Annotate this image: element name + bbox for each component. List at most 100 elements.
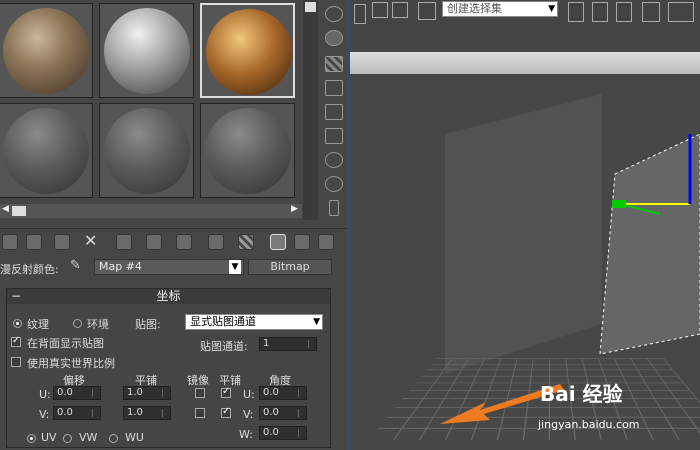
make-unique-icon[interactable] <box>146 234 162 250</box>
align-icon[interactable] <box>592 2 608 22</box>
side-toolbar <box>320 0 347 220</box>
v-mirror-checkbox[interactable] <box>195 408 205 418</box>
w-label: W: <box>239 428 253 441</box>
rollout-header[interactable]: − 坐标 <box>7 289 330 304</box>
snap-icon[interactable] <box>354 4 366 24</box>
reset-map-icon[interactable]: ✕ <box>84 233 100 250</box>
environ-label: 环境 <box>87 318 109 331</box>
scroll-thumb[interactable] <box>12 206 26 216</box>
vw-radio[interactable] <box>63 434 72 443</box>
curve-editor-icon[interactable] <box>668 2 694 22</box>
horizontal-scrollbar[interactable]: ◀ ▶ <box>0 204 302 218</box>
v-offset-spinner[interactable]: 0.0 <box>53 406 101 420</box>
video-color-check-icon[interactable] <box>325 104 343 120</box>
u-offset-spinner[interactable]: 0.0 <box>53 386 101 400</box>
go-forward-icon[interactable] <box>318 234 334 250</box>
wu-radio[interactable] <box>109 434 118 443</box>
layer-manager-icon[interactable] <box>616 2 632 22</box>
named-selection-dropdown[interactable]: 创建选择集 ▼ <box>442 1 558 17</box>
edit-named-selection-icon[interactable] <box>418 2 436 20</box>
v-angle-spinner[interactable]: 0.0 <box>259 406 307 420</box>
uv-radio[interactable] <box>27 434 36 443</box>
chevron-down-icon: ▼ <box>229 260 241 274</box>
vertical-scrollbar[interactable] <box>303 0 318 220</box>
u-tile-checkbox[interactable] <box>221 386 231 398</box>
go-to-parent-icon[interactable] <box>294 234 310 250</box>
environ-radio[interactable] <box>73 319 82 328</box>
select-by-material-icon[interactable] <box>325 176 343 192</box>
material-sphere <box>206 9 292 95</box>
show-map-in-viewport-icon[interactable] <box>238 234 254 250</box>
v-tiling-spinner[interactable]: 1.0 <box>123 406 171 420</box>
material-sphere <box>3 108 89 194</box>
put-to-scene-icon[interactable] <box>26 234 42 250</box>
viewport-label-bar[interactable] <box>350 52 700 74</box>
material-sphere <box>205 108 291 194</box>
percent-snap-icon[interactable] <box>392 2 408 18</box>
uv-tiling-icon[interactable] <box>325 80 343 96</box>
map-name-field[interactable]: Map #4 ▼ <box>94 259 244 275</box>
u-label: U: <box>39 388 51 401</box>
angle-snap-icon[interactable] <box>372 2 388 18</box>
scroll-thumb[interactable] <box>305 2 316 12</box>
graphite-tools-icon[interactable] <box>642 2 660 22</box>
show-back-checkbox[interactable] <box>11 335 21 347</box>
sample-type-icon[interactable] <box>325 6 343 22</box>
diffuse-map-label: 漫反射颜色: <box>0 263 59 276</box>
texture-radio[interactable] <box>13 319 22 328</box>
v-label: V: <box>39 408 50 421</box>
material-slot-3[interactable] <box>200 3 295 98</box>
assign-to-selection-icon[interactable] <box>54 234 70 250</box>
material-slot-6[interactable] <box>200 103 295 198</box>
mapping-dropdown[interactable]: 显式贴图通道 ▼ <box>185 314 323 330</box>
baidu-logo-watermark: Bai 经验 <box>540 382 623 406</box>
material-navigator-icon[interactable] <box>329 200 339 216</box>
named-selection-placeholder: 创建选择集 <box>447 2 502 15</box>
u-angle-spinner[interactable]: 0.0 <box>259 386 307 400</box>
material-slot-2[interactable] <box>99 3 194 98</box>
uv-label: UV <box>41 431 57 444</box>
mirror-header: 镜像 <box>187 374 209 387</box>
chevron-down-icon: ▼ <box>548 4 555 14</box>
w-angle-spinner[interactable]: 0.0 <box>259 426 307 440</box>
collapse-icon[interactable]: − <box>11 289 21 304</box>
u-angle-label: U: <box>243 388 255 401</box>
wu-label: WU <box>125 431 144 444</box>
get-material-icon[interactable] <box>2 234 18 250</box>
v-tile-checkbox[interactable] <box>221 406 231 418</box>
vw-label: VW <box>79 431 98 444</box>
rollout-title: 坐标 <box>156 289 181 303</box>
material-sphere <box>3 8 89 94</box>
scroll-left-icon[interactable]: ◀ <box>2 204 9 214</box>
v-angle-label: V: <box>243 408 254 421</box>
eyedropper-icon[interactable]: ✎ <box>70 258 81 273</box>
show-end-result-icon[interactable] <box>270 234 286 250</box>
material-slot-5[interactable] <box>99 103 194 198</box>
shadow-plane <box>445 94 602 374</box>
real-world-checkbox[interactable] <box>11 357 21 367</box>
mirror-icon[interactable] <box>568 2 584 22</box>
material-id-channel-icon[interactable] <box>208 234 224 250</box>
map-type-button[interactable]: Bitmap <box>248 259 332 275</box>
u-tiling-spinner[interactable]: 1.0 <box>123 386 171 400</box>
background-icon[interactable] <box>325 56 343 72</box>
viewport-area: 创建选择集 ▼ Bai 经验 jingyan.baidu.com <box>350 0 700 450</box>
material-slot-1[interactable] <box>0 3 93 98</box>
mapping-value: 显式贴图通道 <box>190 315 256 328</box>
selected-plane[interactable] <box>599 133 700 355</box>
options-icon[interactable] <box>325 152 343 168</box>
scroll-right-icon[interactable]: ▶ <box>291 204 298 214</box>
gizmo-handle[interactable] <box>612 200 626 208</box>
real-world-label: 使用真实世界比例 <box>27 357 115 370</box>
copy-material-icon[interactable] <box>116 234 132 250</box>
texture-label: 纹理 <box>27 318 49 331</box>
show-back-label: 在背面显示贴图 <box>27 337 104 350</box>
material-slot-4[interactable] <box>0 103 93 198</box>
put-to-library-icon[interactable] <box>176 234 192 250</box>
material-toolbar: ✕ <box>0 228 347 254</box>
u-mirror-checkbox[interactable] <box>195 388 205 398</box>
map-channel-spinner[interactable]: 1 <box>259 337 317 351</box>
make-preview-icon[interactable] <box>325 128 343 144</box>
backlight-icon[interactable] <box>325 30 343 46</box>
map-name-text: Map #4 <box>99 260 142 273</box>
